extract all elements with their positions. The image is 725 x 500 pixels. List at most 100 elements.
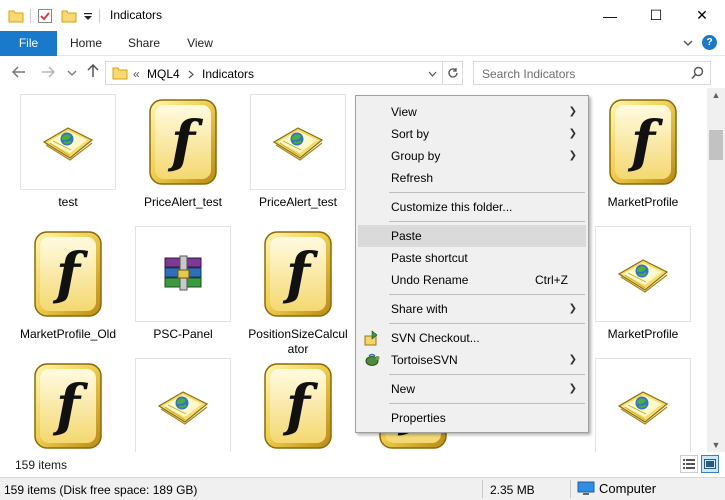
menu-item-properties[interactable]: Properties (358, 407, 586, 429)
file-item[interactable]: PriceAlert_test (243, 94, 353, 210)
breadcrumb-overflow[interactable]: « (133, 67, 140, 81)
submenu-chevron-icon: ❯ (568, 150, 577, 161)
file-item[interactable]: MarketProfile (588, 226, 698, 342)
search-box[interactable]: Search Indicators (473, 61, 711, 85)
minimize-icon: — (603, 7, 617, 24)
scroll-thumb[interactable] (709, 130, 723, 160)
file-item[interactable]: f (13, 358, 123, 452)
search-icon[interactable] (691, 66, 704, 80)
submenu-chevron-icon: ❯ (568, 128, 577, 139)
computer-icon (577, 481, 595, 495)
file-item[interactable] (128, 358, 238, 452)
back-arrow-icon[interactable] (12, 66, 26, 78)
folder-icon (8, 10, 24, 23)
scroll-down-arrow-icon[interactable]: ▼ (707, 440, 725, 450)
minimize-button[interactable]: — (587, 0, 633, 31)
file-name-label: PriceAlert_test (143, 195, 223, 209)
tab-share[interactable]: Share (120, 31, 168, 56)
mql-executable-icon: f (595, 94, 691, 190)
tab-view[interactable]: View (176, 31, 224, 56)
menu-item-label: Undo Rename (391, 273, 469, 287)
breadcrumb-indicators[interactable]: Indicators (202, 67, 254, 81)
status-divider (570, 480, 571, 498)
file-name-label: MarketProfile (607, 195, 679, 209)
breadcrumb-chevron-icon[interactable] (188, 70, 194, 79)
selection-size: 2.35 MB (490, 483, 535, 497)
address-bar[interactable]: « MQL4 Indicators (105, 61, 463, 85)
menu-item-label: Share with (391, 302, 448, 316)
expand-ribbon-chevron-icon[interactable] (682, 38, 694, 48)
new-folder-icon[interactable] (61, 9, 77, 23)
menu-separator (389, 221, 585, 222)
menu-separator (389, 192, 585, 193)
ribbon-tabs: File Home Share View ? (0, 31, 725, 56)
menu-item-group-by[interactable]: Group by ❯ (358, 145, 586, 167)
context-menu: View ❯ Sort by ❯ Group by ❯ Refresh Customize t… (355, 95, 589, 433)
scroll-up-arrow-icon[interactable]: ▲ (707, 90, 725, 100)
up-arrow-icon[interactable] (87, 64, 99, 78)
refresh-button[interactable] (442, 62, 462, 84)
menu-item-label: Paste shortcut (391, 251, 468, 265)
large-icons-view-button[interactable] (701, 455, 719, 473)
submenu-chevron-icon: ❯ (568, 106, 577, 117)
quick-access-toolbar (8, 7, 106, 25)
status-bar: 159 items (0, 452, 725, 477)
mql-source-file-icon (135, 358, 231, 452)
menu-separator (389, 403, 585, 404)
menu-item-sort-by[interactable]: Sort by ❯ (358, 123, 586, 145)
menu-item-label: Sort by (391, 127, 430, 141)
tab-home[interactable]: Home (62, 31, 110, 56)
tab-file[interactable]: File (0, 31, 57, 56)
menu-item-customize-this-folder[interactable]: Customize this folder... (358, 196, 586, 218)
file-name-label: PriceAlert_test (258, 195, 338, 209)
menu-separator (389, 294, 585, 295)
menu-item-svn-checkout[interactable]: SVN Checkout... (358, 327, 586, 349)
menu-item-share-with[interactable]: Share with ❯ (358, 298, 586, 320)
file-item[interactable]: f (243, 358, 353, 452)
file-item[interactable]: f MarketProfile (588, 94, 698, 210)
help-icon[interactable]: ? (702, 35, 717, 50)
menu-item-refresh[interactable]: Refresh (358, 167, 586, 189)
menu-separator (389, 323, 585, 324)
menu-item-paste[interactable]: Paste (358, 225, 586, 247)
properties-checkmark-icon[interactable] (37, 8, 53, 24)
forward-arrow-icon[interactable] (41, 66, 55, 78)
title-bar: Indicators — ☐ ✕ (0, 0, 725, 31)
file-item[interactable]: test (13, 94, 123, 210)
recent-locations-chevron-icon[interactable] (67, 69, 77, 77)
view-switcher (680, 455, 719, 473)
computer-label: Computer (599, 481, 657, 496)
menu-item-label: SVN Checkout... (391, 331, 480, 345)
menu-item-new[interactable]: New ❯ (358, 378, 586, 400)
mql-executable-icon: f (135, 94, 231, 190)
menu-item-label: TortoiseSVN (391, 353, 458, 367)
close-icon: ✕ (696, 7, 708, 23)
submenu-chevron-icon: ❯ (568, 354, 577, 365)
search-placeholder: Search Indicators (482, 67, 576, 81)
file-list-pane[interactable]: test f PriceAlert_test PriceAlert_test f Mark… (0, 88, 707, 452)
file-item[interactable]: PSC-Panel (128, 226, 238, 342)
file-item[interactable] (588, 358, 698, 452)
details-view-button[interactable] (680, 455, 698, 473)
file-name-label: MarketProfile (607, 327, 679, 341)
ribbon-controls: ? (682, 35, 717, 50)
file-item[interactable]: f PriceAlert_test (128, 94, 238, 210)
customize-toolbar-chevron-icon[interactable] (83, 11, 93, 21)
address-dropdown-chevron-icon[interactable] (428, 71, 437, 77)
vertical-scrollbar[interactable]: ▲ ▼ (707, 88, 725, 452)
toolbar-divider (99, 9, 100, 23)
file-item[interactable]: f PositionSizeCalculator (243, 226, 353, 357)
mql-source-file-icon (250, 94, 346, 190)
maximize-button[interactable]: ☐ (633, 0, 679, 31)
mql-executable-icon: f (250, 358, 346, 452)
item-count: 159 items (15, 458, 68, 472)
menu-item-label: Refresh (391, 171, 434, 185)
breadcrumb-mql4[interactable]: MQL4 (147, 67, 180, 81)
menu-item-paste-shortcut[interactable]: Paste shortcut (358, 247, 586, 269)
close-button[interactable]: ✕ (679, 0, 725, 31)
details-bar: 159 items (Disk free space: 189 GB) 2.35… (0, 477, 725, 500)
menu-item-tortoisesvn[interactable]: TortoiseSVN ❯ (358, 349, 586, 371)
file-item[interactable]: f MarketProfile_Old (13, 226, 123, 342)
menu-item-undo-rename[interactable]: Undo Rename Ctrl+Z (358, 269, 586, 291)
menu-item-view[interactable]: View ❯ (358, 101, 586, 123)
